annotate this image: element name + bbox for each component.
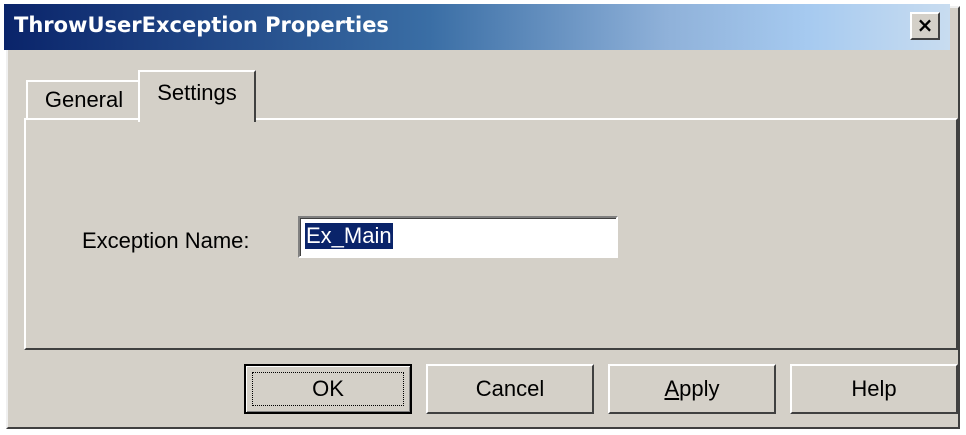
tab-settings[interactable]: Settings: [138, 70, 256, 122]
cancel-button[interactable]: Cancel: [426, 364, 594, 414]
exception-name-input[interactable]: Ex_Main: [298, 216, 618, 258]
apply-button[interactable]: Apply: [608, 364, 776, 414]
close-icon: ×: [916, 13, 934, 37]
cancel-button-label: Cancel: [475, 376, 545, 401]
close-button[interactable]: ×: [910, 12, 940, 40]
ok-button-label: OK: [312, 376, 344, 401]
help-button[interactable]: Help: [790, 364, 958, 414]
help-button-label: Help: [851, 376, 897, 401]
settings-panel: Exception Name: Ex_Main: [24, 118, 958, 350]
title-bar[interactable]: ThrowUserException Properties ×: [4, 4, 950, 50]
apply-button-label: pply: [679, 376, 720, 401]
exception-name-value: Ex_Main: [305, 223, 393, 249]
exception-name-label: Exception Name:: [82, 228, 250, 253]
tab-general[interactable]: General: [26, 80, 142, 120]
tab-settings-label: Settings: [157, 80, 237, 105]
window-title: ThrowUserException Properties: [14, 13, 389, 37]
apply-button-mnemonic: A: [664, 376, 680, 401]
tab-general-label: General: [44, 87, 124, 112]
ok-button[interactable]: OK: [244, 364, 412, 414]
